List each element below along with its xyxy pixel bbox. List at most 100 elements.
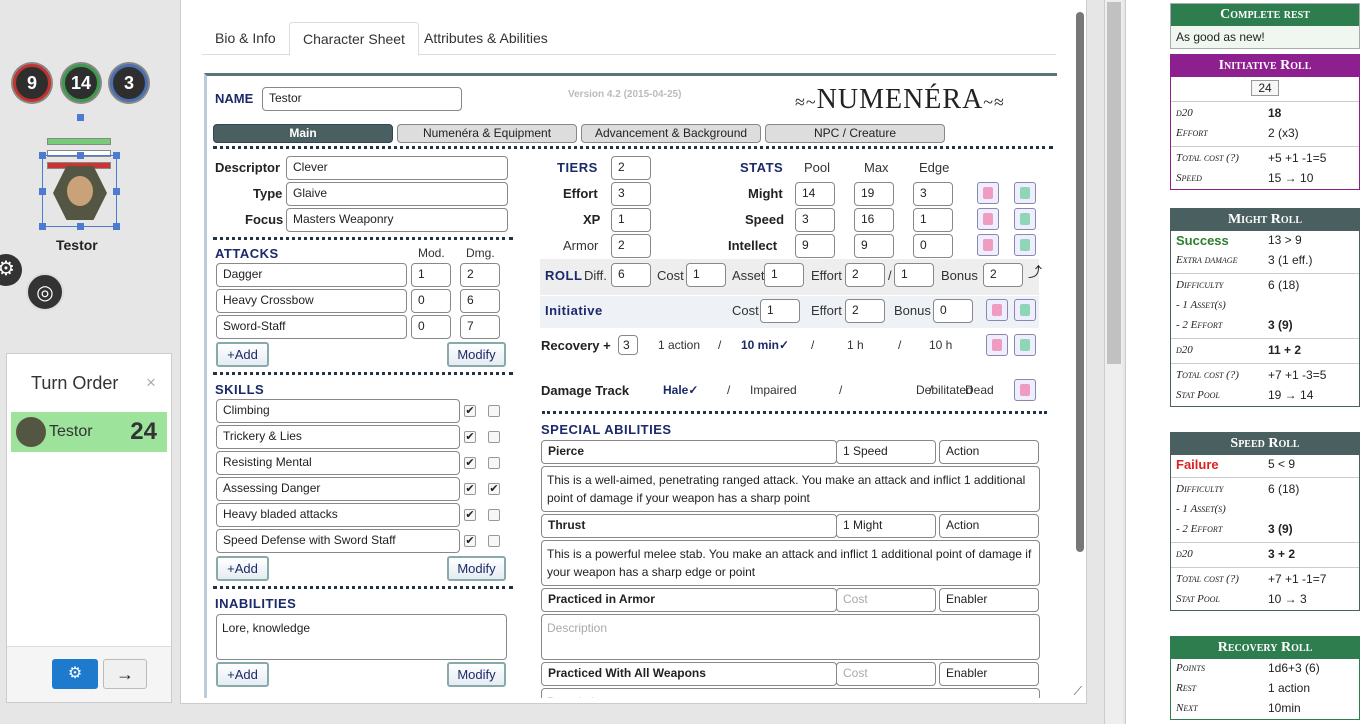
add-attack-button[interactable]: +Add [216, 342, 269, 367]
ability-name-field[interactable]: Practiced in Armor [541, 588, 837, 612]
skill-name-field[interactable]: Trickery & Lies [216, 425, 460, 449]
focus-field[interactable]: Masters Weaponry [286, 208, 508, 232]
attack-mod-field[interactable]: 0 [411, 315, 451, 339]
init-effort-field[interactable]: 2 [845, 299, 885, 323]
trained-checkbox[interactable]: ✔ [464, 457, 476, 469]
recovery-option[interactable]: 10 h [929, 338, 952, 352]
cost-field[interactable]: 1 [686, 263, 726, 287]
add-skill-button[interactable]: +Add [216, 556, 269, 581]
attack-name-field[interactable]: Sword-Staff [216, 315, 407, 339]
turn-order-entry[interactable]: Testor 24 [11, 412, 167, 452]
attack-dmg-field[interactable]: 2 [460, 263, 500, 287]
attack-name-field[interactable]: Heavy Crossbow [216, 289, 407, 313]
init-cost-field[interactable]: 1 [760, 299, 800, 323]
recovery-option[interactable]: 1 action [658, 338, 700, 352]
stat-max-field[interactable]: 16 [854, 208, 894, 232]
recovery-option[interactable]: 1 h [847, 338, 864, 352]
skill-name-field[interactable]: Climbing [216, 399, 460, 423]
attack-dmg-field[interactable]: 7 [460, 315, 500, 339]
trained-checkbox[interactable]: ✔ [464, 405, 476, 417]
stat-pool-field[interactable]: 3 [795, 208, 835, 232]
subtab-main[interactable]: Main [213, 124, 393, 143]
specialized-checkbox[interactable] [488, 405, 500, 417]
subtab-numenera[interactable]: Numenéra & Equipment [397, 124, 577, 143]
gear-icon[interactable]: ⚙ [0, 254, 22, 286]
ability-cost-field[interactable]: 1 Might [836, 514, 936, 538]
recovery-option[interactable]: 10 min✓ [741, 338, 789, 352]
attack-dmg-field[interactable]: 6 [460, 289, 500, 313]
settings-button[interactable]: ⚙ [52, 659, 98, 689]
modify-inabilities-button[interactable]: Modify [447, 662, 506, 687]
effort-roll-field-2[interactable]: 1 [894, 263, 934, 287]
ability-name-field[interactable]: Thrust [541, 514, 837, 538]
stat-roll-icon[interactable] [977, 182, 999, 204]
attack-mod-field[interactable]: 1 [411, 263, 451, 287]
stat-edge-field[interactable]: 0 [913, 234, 953, 258]
token-selection[interactable] [39, 114, 120, 230]
ability-type-field[interactable]: Action [939, 440, 1039, 464]
ability-description-field[interactable]: Description [541, 688, 1040, 698]
specialized-checkbox[interactable] [488, 535, 500, 547]
bar1-circle[interactable]: 9 [13, 64, 51, 102]
skill-name-field[interactable]: Resisting Mental [216, 451, 460, 475]
specialized-checkbox[interactable] [488, 509, 500, 521]
ability-type-field[interactable]: Enabler [939, 588, 1039, 612]
trained-checkbox[interactable]: ✔ [464, 431, 476, 443]
stat-roll-icon[interactable] [977, 208, 999, 230]
stat-roll-icon-2[interactable] [1014, 208, 1036, 230]
skill-name-field[interactable]: Heavy bladed attacks [216, 503, 460, 527]
subtab-advancement[interactable]: Advancement & Background [581, 124, 761, 143]
recovery-field[interactable]: 3 [618, 335, 638, 355]
initiative-roll-icon-2[interactable] [1014, 299, 1036, 321]
stat-max-field[interactable]: 9 [854, 234, 894, 258]
modify-skills-button[interactable]: Modify [447, 556, 506, 581]
effort-field[interactable]: 3 [611, 182, 651, 206]
tab-attributes[interactable]: Attributes & Abilities [411, 22, 561, 56]
bar2-circle[interactable]: 14 [62, 64, 100, 102]
bar3-circle[interactable]: 3 [110, 64, 148, 102]
recovery-roll-icon[interactable] [986, 334, 1008, 356]
scrollbar[interactable] [1076, 12, 1084, 552]
ability-description-field[interactable]: This is a well-aimed, penetrating ranged… [541, 466, 1040, 512]
stat-roll-icon-2[interactable] [1014, 182, 1036, 204]
armor-field[interactable]: 2 [611, 234, 651, 258]
damage-option[interactable]: Dead [965, 383, 994, 397]
ability-type-field[interactable]: Action [939, 514, 1039, 538]
descriptor-field[interactable]: Clever [286, 156, 508, 180]
ability-cost-field[interactable]: Cost [836, 588, 936, 612]
type-field[interactable]: Glaive [286, 182, 508, 206]
tab-character-sheet[interactable]: Character Sheet [289, 22, 419, 56]
name-field[interactable]: Testor [262, 87, 462, 111]
main-scrollbar[interactable] [1104, 0, 1123, 724]
stat-roll-icon[interactable] [977, 234, 999, 256]
resize-handle[interactable]: ⟋ [1074, 684, 1082, 699]
initiative-roll-icon[interactable] [986, 299, 1008, 321]
ability-cost-field[interactable]: Cost [836, 662, 936, 686]
modify-attacks-button[interactable]: Modify [447, 342, 506, 367]
tab-bio[interactable]: Bio & Info [202, 22, 289, 56]
skill-name-field[interactable]: Assessing Danger [216, 477, 460, 501]
specialized-checkbox[interactable] [488, 431, 500, 443]
reroll-icon[interactable]: ⤴ [1028, 262, 1042, 282]
trained-checkbox[interactable]: ✔ [464, 483, 476, 495]
init-bonus-field[interactable]: 0 [933, 299, 973, 323]
stat-pool-field[interactable]: 14 [795, 182, 835, 206]
add-inability-button[interactable]: +Add [216, 662, 269, 687]
attack-name-field[interactable]: Dagger [216, 263, 407, 287]
trained-checkbox[interactable]: ✔ [464, 509, 476, 521]
damage-option[interactable]: Hale✓ [663, 383, 698, 397]
xp-field[interactable]: 1 [611, 208, 651, 232]
attack-mod-field[interactable]: 0 [411, 289, 451, 313]
tiers-field[interactable]: 2 [611, 156, 651, 180]
stat-edge-field[interactable]: 3 [913, 182, 953, 206]
ability-description-field[interactable]: Description [541, 614, 1040, 660]
skill-name-field[interactable]: Speed Defense with Sword Staff [216, 529, 460, 553]
stat-pool-field[interactable]: 9 [795, 234, 835, 258]
inabilities-field[interactable]: Lore, knowledge [216, 614, 507, 660]
stat-roll-icon-2[interactable] [1014, 234, 1036, 256]
bonus-field[interactable]: 2 [983, 263, 1023, 287]
ability-name-field[interactable]: Practiced With All Weapons [541, 662, 837, 686]
damage-option[interactable]: Impaired [750, 383, 797, 397]
stat-edge-field[interactable]: 1 [913, 208, 953, 232]
trained-checkbox[interactable]: ✔ [464, 535, 476, 547]
